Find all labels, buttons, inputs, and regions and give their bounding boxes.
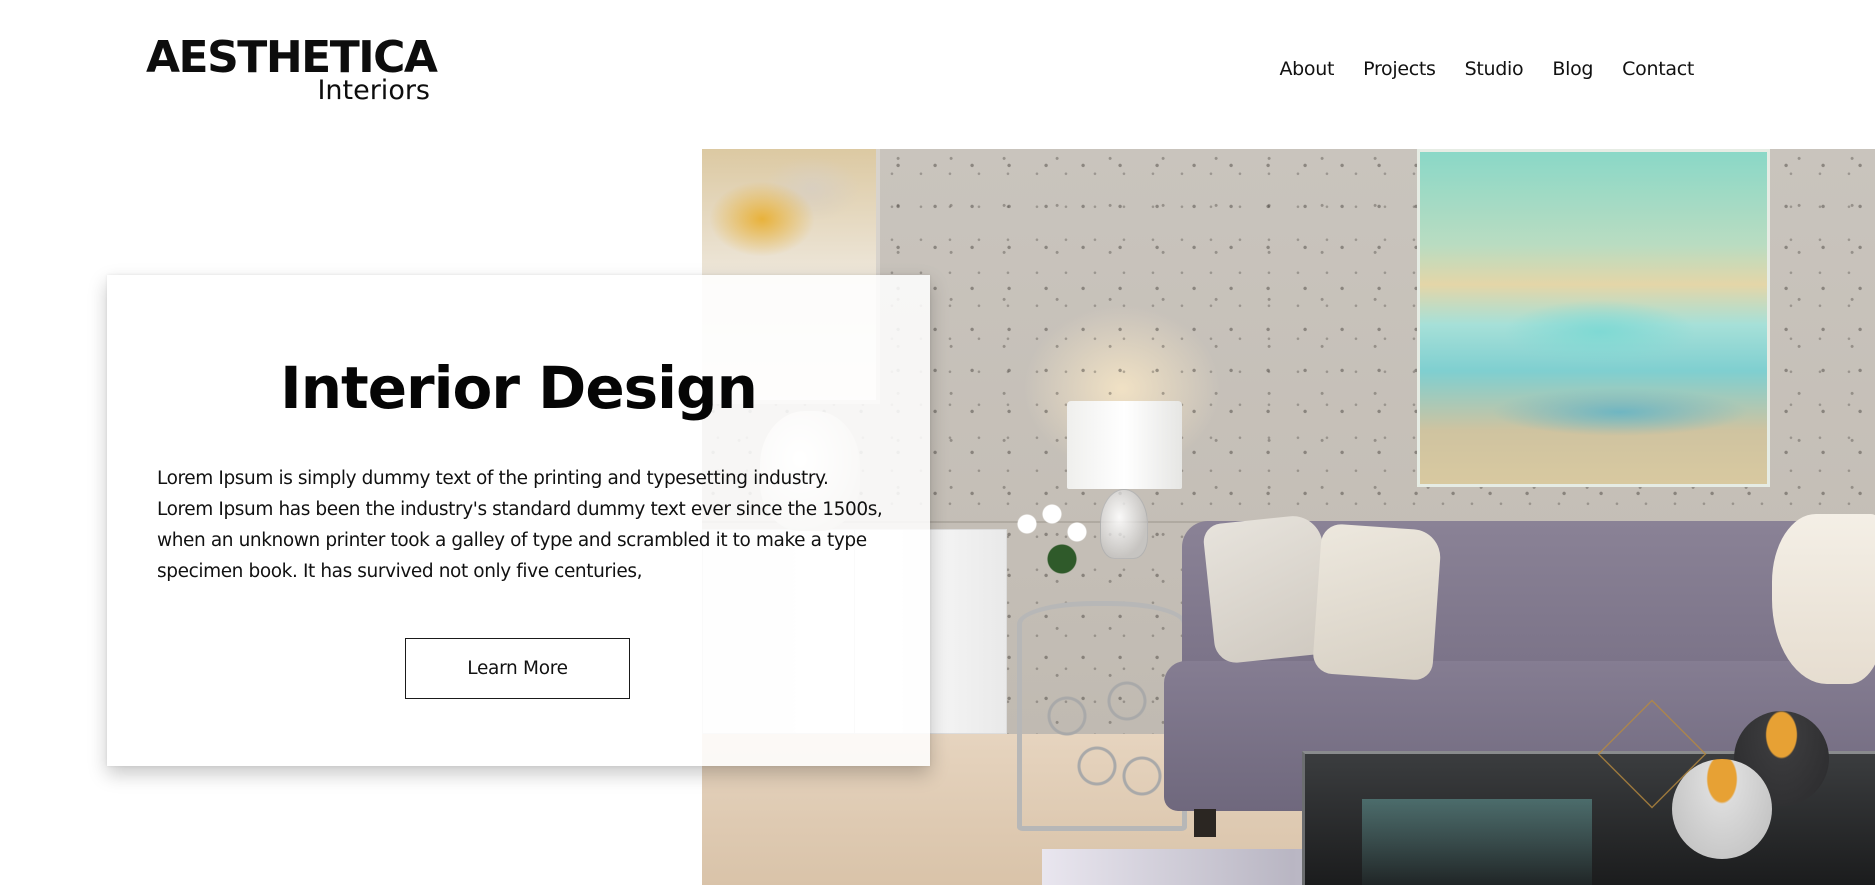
nav-link-studio[interactable]: Studio [1465, 58, 1524, 80]
logo-tagline: Interiors [317, 75, 430, 106]
teal-abstract-painting [1417, 149, 1770, 487]
knit-throw-blanket [1772, 514, 1875, 684]
logo[interactable]: AESTHETICA Interiors [146, 34, 438, 108]
throw-pillow-cream [1311, 522, 1443, 682]
glass-lamp-base [1100, 489, 1148, 559]
main-nav: About Projects Studio Blog Contact [1279, 58, 1694, 80]
table-reflection [1362, 799, 1592, 885]
nav-link-blog[interactable]: Blog [1552, 58, 1593, 80]
chrome-side-table [1017, 601, 1187, 831]
hero-card: Interior Design Lorem Ipsum is simply du… [107, 275, 930, 766]
nav-link-about[interactable]: About [1279, 58, 1334, 80]
orchid-plant [1007, 504, 1102, 599]
learn-more-button[interactable]: Learn More [405, 638, 630, 699]
sofa-leg [1194, 809, 1216, 837]
hero-title: Interior Design [280, 354, 758, 422]
lamp-shade [1067, 401, 1182, 489]
page: AESTHETICA Interiors About Projects Stud… [0, 0, 1875, 885]
nav-link-projects[interactable]: Projects [1363, 58, 1436, 80]
hero-description: Lorem Ipsum is simply dummy text of the … [157, 468, 883, 582]
light-decor-bowl [1672, 759, 1772, 859]
nav-link-contact[interactable]: Contact [1622, 58, 1694, 80]
